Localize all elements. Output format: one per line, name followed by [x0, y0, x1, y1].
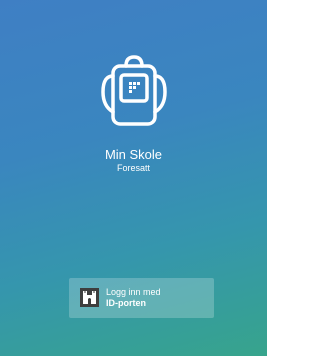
idporten-login-button[interactable]: Logg inn med ID-porten	[69, 278, 214, 318]
app-title: Min Skole	[104, 147, 163, 162]
login-label-line2: ID-porten	[106, 298, 146, 308]
backpack-icon	[98, 54, 170, 128]
login-screen: Min Skole Foresatt Logg inn med ID-porte…	[0, 0, 267, 356]
idporten-icon	[80, 288, 99, 307]
app-subtitle: Foresatt	[116, 163, 150, 173]
login-label-line1: Logg inn med	[106, 287, 161, 297]
